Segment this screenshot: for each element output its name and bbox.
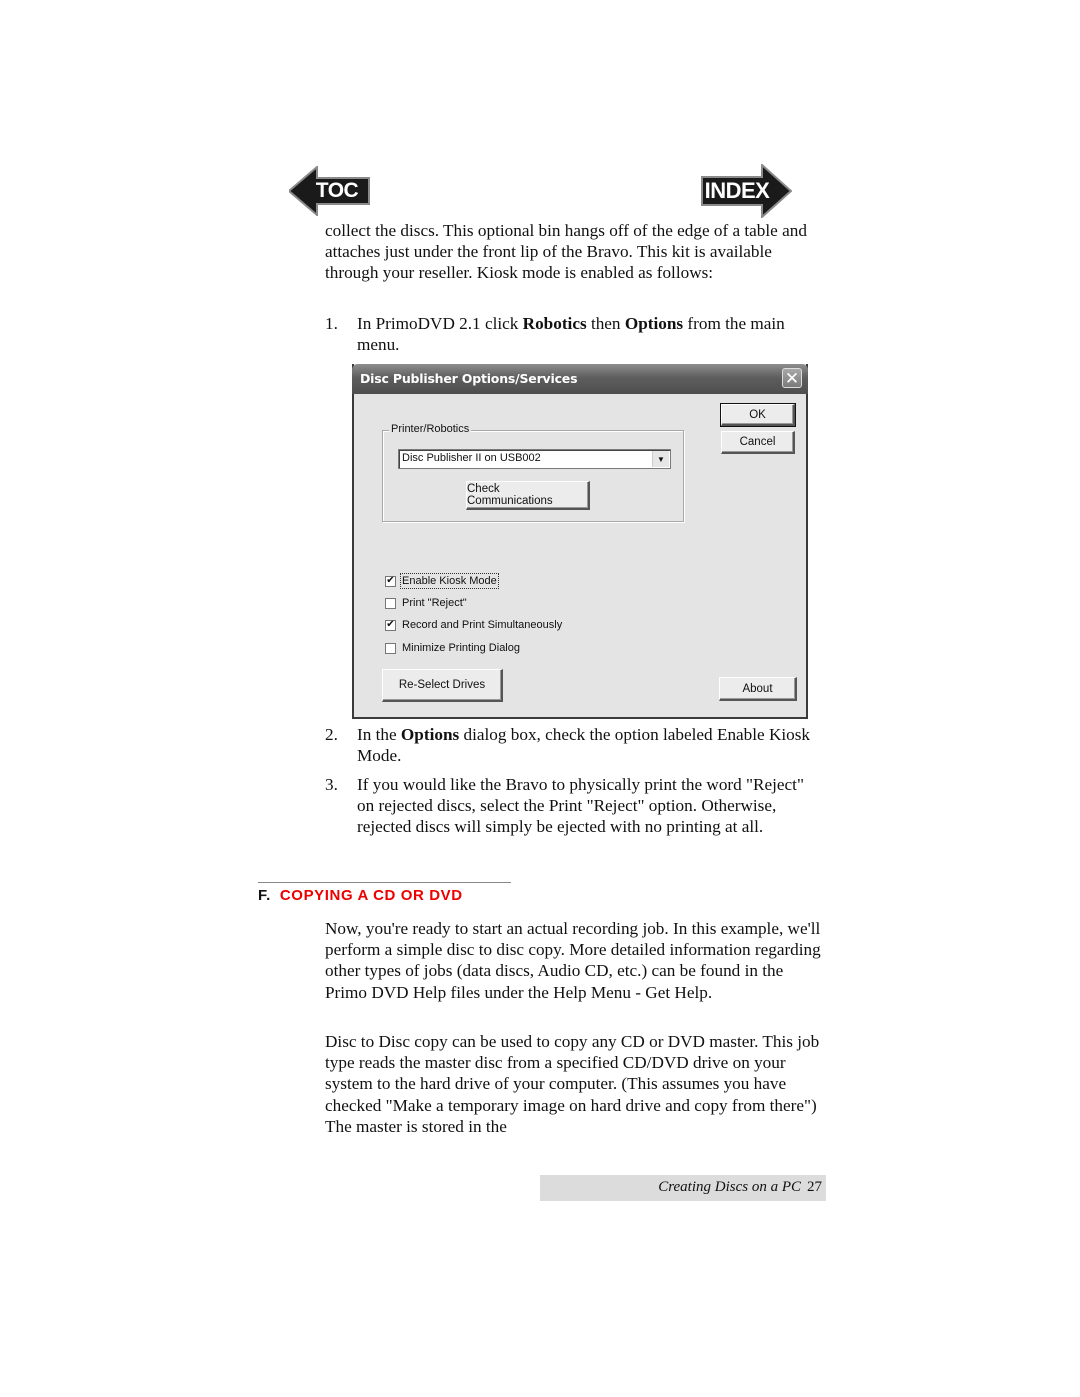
bold-term: Options bbox=[624, 314, 684, 333]
toc-button[interactable]: TOC bbox=[289, 166, 371, 216]
paragraph-text: Now, you're ready to start an actual rec… bbox=[325, 919, 821, 1002]
print-reject-checkbox[interactable]: Print "Reject" bbox=[385, 595, 467, 611]
section-paragraph-1: Now, you're ready to start an actual rec… bbox=[325, 918, 825, 1003]
section-letter: F. bbox=[258, 887, 271, 904]
checkbox-label: Minimize Printing Dialog bbox=[402, 642, 520, 654]
section-heading: F. COPYING A CD OR DVD bbox=[258, 887, 463, 904]
toc-label: TOC bbox=[315, 179, 359, 202]
ok-button[interactable]: OK bbox=[720, 403, 796, 427]
step-1: 1. In PrimoDVD 2.1 click Robotics then O… bbox=[325, 313, 825, 355]
checkbox-box[interactable] bbox=[385, 597, 396, 609]
step-text: In the Options dialog box, check the opt… bbox=[357, 724, 825, 766]
text-run: then bbox=[586, 314, 625, 333]
text-run: In PrimoDVD 2.1 click bbox=[357, 314, 523, 333]
section-title: COPYING A CD OR DVD bbox=[279, 887, 463, 904]
minimize-printing-dialog-checkbox[interactable]: Minimize Printing Dialog bbox=[385, 640, 520, 656]
text-run: In the bbox=[357, 725, 401, 744]
intro-text: collect the discs. This optional bin han… bbox=[325, 221, 807, 283]
page-footer: Creating Discs on a PC 27 bbox=[540, 1175, 826, 1201]
checkbox-box[interactable]: ✔ bbox=[385, 619, 396, 631]
check-communications-button[interactable]: Check Communications bbox=[466, 481, 590, 510]
checkmark-icon: ✔ bbox=[386, 619, 395, 630]
section-paragraph-2: Disc to Disc copy can be used to copy an… bbox=[325, 1031, 825, 1137]
printer-robotics-group: Printer/Robotics Disc Publisher II on US… bbox=[382, 423, 684, 522]
dialog-title: Disc Publisher Options/Services bbox=[360, 371, 578, 386]
paragraph-text: Disc to Disc copy can be used to copy an… bbox=[325, 1032, 820, 1136]
step-2: 2. In the Options dialog box, check the … bbox=[325, 724, 825, 766]
checkbox-label: Record and Print Simultaneously bbox=[402, 619, 563, 631]
step-number: 1. bbox=[325, 314, 338, 333]
intro-paragraph: collect the discs. This optional bin han… bbox=[325, 220, 825, 284]
about-button[interactable]: About bbox=[719, 677, 797, 701]
enable-kiosk-mode-checkbox[interactable]: ✔ Enable Kiosk Mode bbox=[385, 573, 499, 589]
chevron-down-icon[interactable]: ▼ bbox=[652, 451, 669, 467]
checkbox-box[interactable] bbox=[385, 642, 396, 654]
group-label: Printer/Robotics bbox=[389, 423, 472, 435]
step-text: In PrimoDVD 2.1 click Robotics then Opti… bbox=[357, 313, 825, 355]
footer-text: Creating Discs on a PC 27 bbox=[658, 1179, 822, 1196]
index-button[interactable]: INDEX bbox=[700, 164, 792, 218]
step-text: If you would like the Bravo to physicall… bbox=[357, 775, 804, 837]
dialog-titlebar[interactable]: Disc Publisher Options/Services ✕ bbox=[352, 364, 808, 394]
index-label: INDEX bbox=[704, 178, 770, 203]
page-number: 27 bbox=[807, 1179, 822, 1195]
checkbox-box[interactable]: ✔ bbox=[385, 575, 396, 587]
bold-term: Robotics bbox=[522, 314, 587, 333]
reselect-drives-button[interactable]: Re-Select Drives bbox=[382, 669, 503, 702]
checkbox-label: Print "Reject" bbox=[402, 597, 467, 609]
bold-term: Options bbox=[400, 725, 460, 744]
printer-select-value: Disc Publisher II on USB002 bbox=[402, 452, 541, 464]
printer-select[interactable]: Disc Publisher II on USB002 ▼ bbox=[398, 449, 671, 469]
options-dialog: Disc Publisher Options/Services ✕ OK Can… bbox=[352, 364, 808, 719]
footer-title: Creating Discs on a PC bbox=[658, 1179, 801, 1195]
checkbox-label: Enable Kiosk Mode bbox=[400, 573, 499, 589]
checkmark-icon: ✔ bbox=[386, 575, 395, 586]
section-divider bbox=[258, 882, 511, 883]
close-icon[interactable]: ✕ bbox=[782, 368, 802, 388]
step-number: 2. bbox=[325, 725, 338, 744]
step-number: 3. bbox=[325, 775, 338, 794]
record-print-simultaneously-checkbox[interactable]: ✔ Record and Print Simultaneously bbox=[385, 617, 562, 633]
step-3: 3. If you would like the Bravo to physic… bbox=[325, 774, 825, 838]
cancel-button[interactable]: Cancel bbox=[721, 431, 795, 454]
